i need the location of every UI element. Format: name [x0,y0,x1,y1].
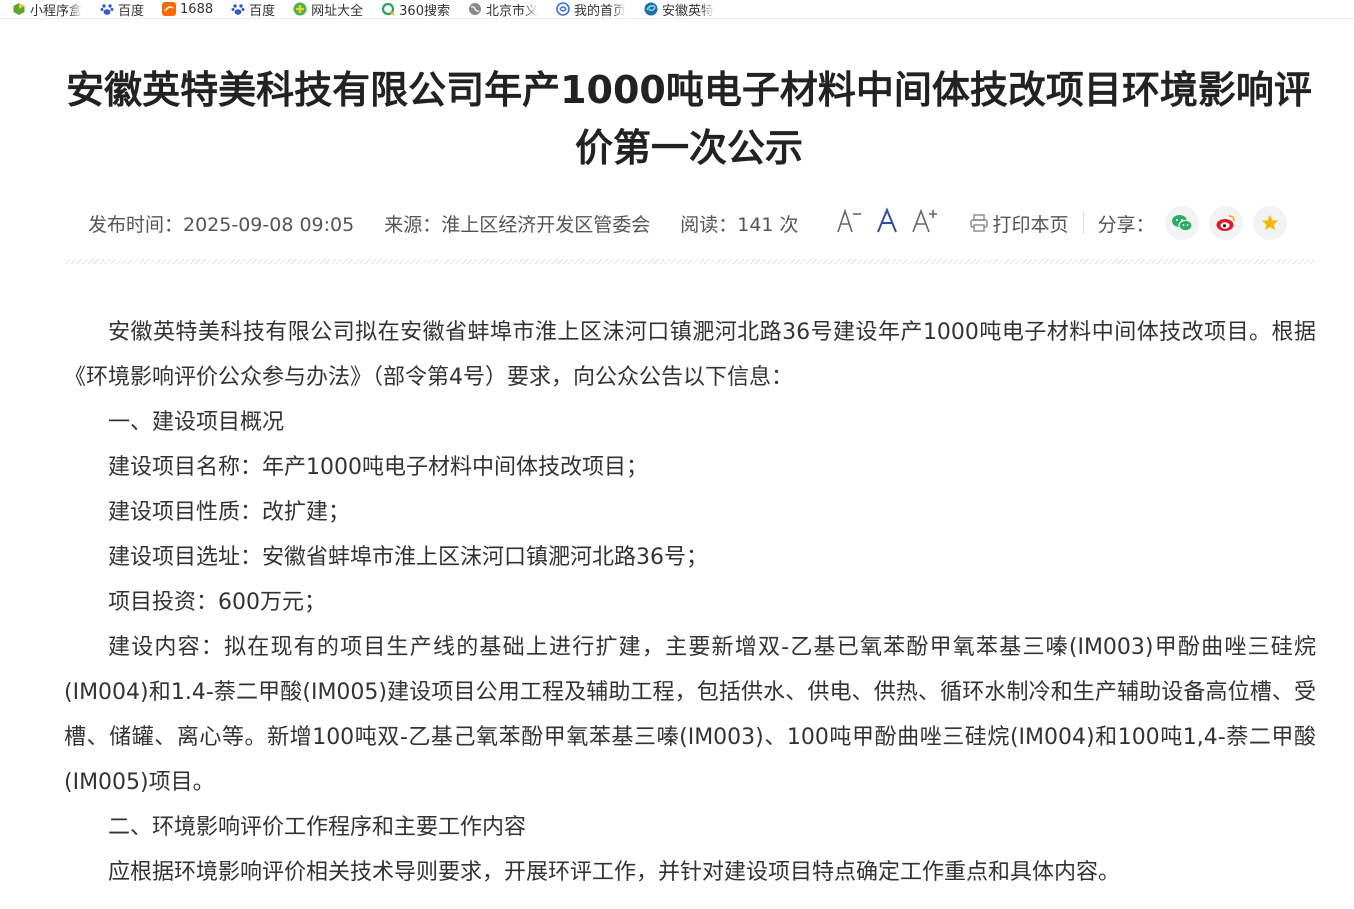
font-default-button[interactable] [875,206,899,240]
read-count: 阅读：141 次 [680,213,799,236]
font-size-controls [835,206,951,240]
search-360-icon [382,2,395,16]
bookmark-url-directory[interactable]: 网址大全 [293,0,363,18]
wechat-icon [1171,215,1193,232]
bookmark-label: 小程序盒 [30,3,83,19]
printer-icon [969,214,988,232]
paragraph-project-nature: 建设项目性质：改扩建； [108,500,351,525]
article-body: 安徽英特美科技有限公司拟在安徽省蚌埠市淮上区沫河口镇淝河北路36号建设年产100… [64,310,1316,895]
bookmark-baidu-2[interactable]: 百度 [231,0,275,18]
bookmark-1688[interactable]: 1688 [162,0,213,18]
font-decrease-button[interactable] [835,207,863,240]
share-label: 分享： [1097,213,1155,236]
favorite-button[interactable] [1252,206,1287,240]
paragraph-eia-requirements: 应根据环境影响评价相关技术导则要求，开展环评工作，并针对建设项目特点确定工作重点… [108,860,1121,885]
paragraph-project-location: 建设项目选址：安徽省蚌埠市淮上区沫河口镇淝河北路36号； [108,545,708,570]
mini-program-icon [13,3,25,15]
weibo-icon [1216,215,1235,231]
share-weibo-button[interactable] [1208,206,1243,240]
bookmark-label: 百度 [118,3,145,19]
bookmark-beijing[interactable]: 北京市义 [468,0,538,18]
share-wechat-button[interactable] [1164,206,1199,240]
font-increase-icon [911,208,937,232]
homepage-link-icon [556,2,570,16]
publish-time: 发布时间：2025-09-08 09:05 [88,213,355,236]
bookmark-label: 1688 [180,1,214,17]
bookmark-label: 北京市义 [485,3,538,19]
star-icon [1261,215,1278,230]
meta-divider [1082,212,1084,234]
baidu-paw-icon [231,4,245,15]
bookmarks-bar: 小程序盒 百度 1688 百度 网址大全 360搜索 北京市义 我的首页 安徽英… [0,0,1354,19]
font-default-icon [876,206,897,232]
globe-icon [468,3,481,15]
bookmark-label: 网址大全 [311,3,364,19]
bookmark-label: 安徽英特 [662,3,715,19]
article-meta: 发布时间：2025-09-08 09:05 来源：淮上区经济开发区管委会 阅读：… [88,205,1287,241]
article-title: 安徽英特美科技有限公司年产1000吨电子材料中间体技改项目环境影响评价第一次公示 [66,68,1312,171]
bookmark-baidu[interactable]: 百度 [100,0,144,18]
paragraph-project-name: 建设项目名称：年产1000吨电子材料中间体技改项目； [108,455,648,480]
section-heading-eia-procedure: 二、环境影响评价工作程序和主要工作内容 [108,815,527,840]
font-increase-button[interactable] [911,207,939,240]
section-heading-overview: 一、建设项目概况 [108,410,285,435]
paragraph-investment: 项目投资：600万元； [108,590,326,615]
bookmark-label: 360搜索 [399,3,450,19]
alibaba-1688-icon [162,2,177,16]
bookmark-label: 我的首页 [574,3,627,19]
edge-tab-icon [644,2,658,16]
baidu-paw-icon [100,4,114,15]
font-decrease-icon [836,207,861,232]
bookmark-my-homepage[interactable]: 我的首页 [556,0,626,18]
paragraph-intro: 安徽英特美科技有限公司拟在安徽省蚌埠市淮上区沫河口镇淝河北路36号建设年产100… [64,320,1316,390]
paragraph-construction-content: 建设内容：拟在现有的项目生产线的基础上进行扩建，主要新增双-乙基已氧苯酚甲氧苯基… [64,635,1316,795]
bookmark-360-search[interactable]: 360搜索 [381,0,450,18]
print-label: 打印本页 [992,213,1069,236]
bookmark-label: 百度 [249,3,276,19]
print-page-button[interactable]: 打印本页 [969,210,1069,237]
article-source: 来源：淮上区经济开发区管委会 [384,213,651,236]
hatched-divider [64,259,1314,264]
bookmark-anhui-intermed[interactable]: 安徽英特 [644,0,714,18]
url-directory-icon [293,2,307,16]
bookmark-mini-program[interactable]: 小程序盒 [12,0,82,18]
